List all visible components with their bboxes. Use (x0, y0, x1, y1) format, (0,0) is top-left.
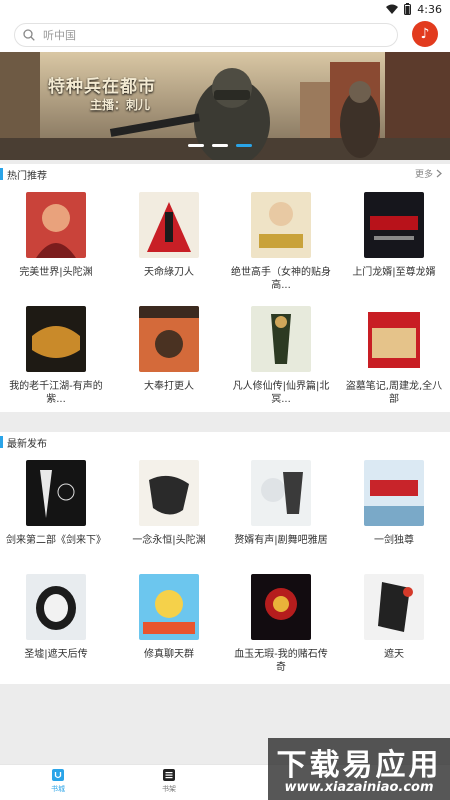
book-cover (251, 192, 311, 258)
latest-release-section: 最新发布 剑来第二部《剑来下》 一念永恒|头陀渊 赘婿有声|剧舞吧雅居 一剑独尊… (0, 432, 450, 684)
wifi-icon (386, 4, 399, 14)
book-cover (26, 306, 86, 372)
book-cover (251, 306, 311, 372)
status-time: 4:36 (417, 2, 442, 16)
watermark-title: 下载易应用 (276, 748, 442, 783)
more-link[interactable]: 更多 (415, 167, 442, 180)
section-title: 热门推荐 (7, 171, 47, 182)
book-cover (26, 574, 86, 640)
book-cover (139, 192, 199, 258)
book-card[interactable]: 天命綠刀人 (119, 192, 219, 292)
book-title: 赘婿有声|剧舞吧雅居 (234, 535, 328, 546)
book-card[interactable]: 圣墟|遮天后传 (6, 574, 106, 674)
book-title: 完美世界|头陀渊 (19, 267, 93, 278)
book-title: 圣墟|遮天后传 (24, 649, 88, 660)
search-input[interactable] (43, 28, 363, 42)
watermark-url: www.xiazainiao.com (284, 780, 434, 795)
nav-tab-bookstore[interactable]: 书城 (28, 768, 88, 794)
search-bar[interactable] (14, 23, 398, 47)
book-title: 我的老千江湖-有声的紫... (9, 381, 103, 405)
book-title: 遮天 (384, 649, 404, 660)
search-header: ♪ (0, 18, 450, 52)
book-cover (251, 460, 311, 526)
book-card[interactable]: 遮天 (344, 574, 444, 674)
section-accent-bar (0, 168, 3, 180)
book-title: 剑来第二部《剑来下》 (6, 535, 106, 546)
book-title: 修真聊天群 (144, 649, 194, 660)
music-player-button[interactable]: ♪ (412, 21, 438, 47)
book-card[interactable]: 完美世界|头陀渊 (6, 192, 106, 292)
book-cover (139, 460, 199, 526)
bookstore-icon (52, 769, 64, 781)
book-card[interactable]: 修真聊天群 (119, 574, 219, 674)
book-cover (251, 574, 311, 640)
book-card[interactable]: 盗墓笔记,周建龙,全八部 (344, 306, 444, 406)
book-card[interactable]: 一剑独尊 (344, 460, 444, 560)
nav-label: 书城 (51, 785, 65, 793)
section-accent-bar (0, 436, 3, 448)
banner-dot (212, 144, 228, 147)
book-cover (139, 306, 199, 372)
book-title: 盗墓笔记,周建龙,全八部 (345, 381, 443, 405)
section-title: 最新发布 (7, 439, 47, 450)
banner-dot (188, 144, 204, 147)
book-card[interactable]: 血玉无瑕-我的赌石传奇 (231, 574, 331, 674)
banner-host: 主播：刺儿 (90, 98, 151, 112)
nav-tab-bookshelf[interactable]: 书架 (139, 768, 199, 794)
section-header: 最新发布 (0, 432, 450, 452)
status-icons: 4:36 (386, 1, 442, 17)
book-title: 上门龙婿|至尊龙婿 (352, 267, 436, 278)
book-card[interactable]: 凡人修仙传|仙界篇|北冥... (231, 306, 331, 406)
book-title: 一念永恒|头陀渊 (132, 535, 206, 546)
book-cover (364, 192, 424, 258)
chevron-right-icon (436, 169, 442, 178)
book-card[interactable]: 绝世高手（女神的贴身高... (231, 192, 331, 292)
search-icon (23, 29, 35, 41)
book-cover (26, 192, 86, 258)
status-bar: 4:36 (0, 0, 450, 18)
section-header: 热门推荐 更多 (0, 164, 450, 184)
nav-label: 书架 (162, 785, 176, 793)
banner-pagination[interactable] (188, 144, 268, 148)
hot-recommend-section: 热门推荐 更多 完美世界|头陀渊 天命綠刀人 绝世高手（女神的贴身高... 上门… (0, 164, 450, 412)
book-card[interactable]: 剑来第二部《剑来下》 (6, 460, 106, 560)
book-title: 血玉无瑕-我的赌石传奇 (234, 649, 328, 673)
book-title: 一剑独尊 (374, 535, 414, 546)
battery-icon (404, 3, 412, 15)
book-cover (364, 306, 424, 372)
book-card[interactable]: 我的老千江湖-有声的紫... (6, 306, 106, 406)
watermark-logo: 下载易应用 www.xiazainiao.com (268, 738, 450, 800)
book-card[interactable]: 大奉打更人 (119, 306, 219, 406)
book-card[interactable]: 赘婿有声|剧舞吧雅居 (231, 460, 331, 560)
music-note-icon: ♪ (420, 26, 430, 42)
book-card[interactable]: 上门龙婿|至尊龙婿 (344, 192, 444, 292)
book-cover (364, 574, 424, 640)
banner-title: 特种兵在都市 (48, 77, 156, 97)
book-title: 天命綠刀人 (144, 267, 194, 278)
book-title: 凡人修仙传|仙界篇|北冥... (232, 381, 330, 405)
book-title: 大奉打更人 (144, 381, 194, 392)
banner-dot-active (236, 144, 252, 147)
book-title: 绝世高手（女神的贴身高... (231, 267, 331, 291)
more-label: 更多 (414, 170, 433, 180)
book-card[interactable]: 一念永恒|头陀渊 (119, 460, 219, 560)
book-cover (139, 574, 199, 640)
banner-dots (188, 144, 252, 147)
bookshelf-icon (163, 769, 175, 781)
book-cover (364, 460, 424, 526)
book-cover (26, 460, 86, 526)
